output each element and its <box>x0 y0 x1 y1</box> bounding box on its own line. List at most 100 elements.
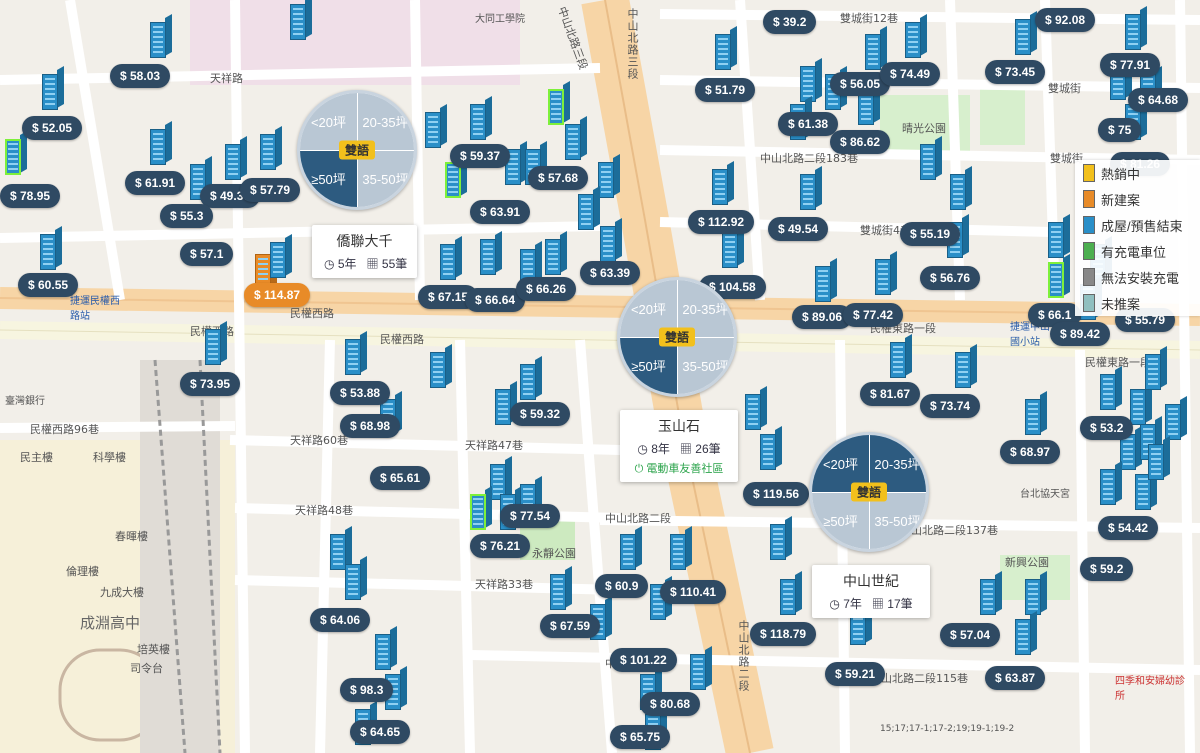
legend-item-new[interactable]: 新建案 <box>1075 186 1200 212</box>
building-marker[interactable] <box>1165 395 1187 440</box>
price-marker[interactable]: $ 77.42 <box>843 303 904 327</box>
price-marker[interactable]: $ 65.75 <box>610 725 671 749</box>
price-marker[interactable]: $ 65.61 <box>370 466 431 490</box>
building-marker[interactable] <box>760 425 782 470</box>
legend-item-charging[interactable]: 有充電車位 <box>1075 238 1200 264</box>
price-marker[interactable]: $ 56.76 <box>920 266 981 290</box>
price-marker[interactable]: $ 59.37 <box>450 144 511 168</box>
price-marker[interactable]: $ 101.22 <box>610 648 677 672</box>
price-marker[interactable]: $ 53.88 <box>330 381 391 405</box>
building-marker[interactable] <box>205 320 227 365</box>
price-marker[interactable]: $ 74.49 <box>880 62 941 86</box>
price-marker[interactable]: $ 39.2 <box>763 10 817 34</box>
cluster-marker-1[interactable]: <20坪 20-35坪 ≥50坪 35-50坪 雙語 <box>297 90 417 210</box>
price-marker[interactable]: $ 64.06 <box>310 608 371 632</box>
price-marker[interactable]: $ 55.19 <box>900 222 961 246</box>
cluster-marker-2[interactable]: <20坪 20-35坪 ≥50坪 35-50坪 雙語 <box>617 277 737 397</box>
price-marker[interactable]: $ 110.41 <box>660 580 727 604</box>
price-marker[interactable]: $ 77.54 <box>500 504 561 528</box>
building-marker[interactable] <box>980 570 1002 615</box>
price-marker[interactable]: $ 81.67 <box>860 382 921 406</box>
building-marker[interactable] <box>550 565 572 610</box>
legend-item-not-launched[interactable]: 未推案 <box>1075 290 1200 316</box>
building-marker[interactable] <box>600 217 622 262</box>
building-marker[interactable] <box>1015 610 1037 655</box>
legend-item-no-charging[interactable]: 無法安裝充電 <box>1075 264 1200 290</box>
building-marker[interactable] <box>345 555 367 600</box>
building-marker[interactable] <box>875 250 897 295</box>
building-marker[interactable] <box>470 95 492 140</box>
building-marker[interactable] <box>598 153 620 198</box>
building-marker[interactable] <box>150 120 172 165</box>
building-marker[interactable] <box>565 115 587 160</box>
price-marker[interactable]: $ 64.68 <box>1128 88 1189 112</box>
price-marker[interactable]: $ 54.42 <box>1098 516 1159 540</box>
building-marker[interactable] <box>780 570 802 615</box>
building-marker[interactable] <box>1100 460 1122 505</box>
building-marker[interactable] <box>670 525 692 570</box>
community-card-qiaolian[interactable]: 僑聯大千 ◷ 5年 ▦ 55筆 <box>312 225 417 278</box>
community-card-yushanshi[interactable]: 玉山石 ◷ 8年 ▦ 26筆 ⏻ 電動車友善社區 <box>620 410 738 482</box>
building-marker[interactable] <box>548 80 570 125</box>
price-marker[interactable]: $ 61.38 <box>778 112 839 136</box>
price-marker[interactable]: $ 112.92 <box>688 210 755 234</box>
price-marker[interactable]: $ 61.91 <box>125 171 186 195</box>
price-marker[interactable]: $ 49.54 <box>768 217 829 241</box>
building-marker[interactable] <box>5 130 27 175</box>
building-marker[interactable] <box>440 235 462 280</box>
price-marker[interactable]: $ 78.95 <box>0 184 61 208</box>
building-marker[interactable] <box>345 330 367 375</box>
building-marker[interactable] <box>1125 5 1147 50</box>
price-marker[interactable]: $ 80.68 <box>640 692 701 716</box>
price-marker[interactable]: $ 73.95 <box>180 372 241 396</box>
building-marker[interactable] <box>290 0 312 40</box>
price-marker[interactable]: $ 57.04 <box>940 623 1001 647</box>
building-marker[interactable] <box>905 13 927 58</box>
building-marker[interactable] <box>260 125 282 170</box>
building-marker[interactable] <box>890 333 912 378</box>
price-marker[interactable]: $ 63.91 <box>470 200 531 224</box>
map-canvas[interactable]: 民權西路 民權西路 民權西路 民權東路一段 民權東路一段 天祥路 天祥路60巷 … <box>0 0 1200 753</box>
building-marker[interactable] <box>1100 365 1122 410</box>
building-marker[interactable] <box>715 25 737 70</box>
building-marker[interactable] <box>225 135 247 180</box>
building-marker[interactable] <box>42 65 64 110</box>
building-marker[interactable] <box>1145 345 1167 390</box>
price-marker[interactable]: $ 53.2 <box>1080 416 1134 440</box>
building-marker[interactable] <box>40 225 62 270</box>
price-marker[interactable]: $ 67.59 <box>540 614 601 638</box>
price-marker[interactable]: $ 60.55 <box>18 273 79 297</box>
price-marker[interactable]: $ 92.08 <box>1035 8 1096 32</box>
building-marker[interactable] <box>1048 213 1070 258</box>
building-marker[interactable] <box>690 645 712 690</box>
building-marker[interactable] <box>745 385 767 430</box>
legend-item-hot[interactable]: 熱銷中 <box>1075 160 1200 186</box>
building-marker[interactable] <box>470 485 492 530</box>
building-marker[interactable] <box>520 355 542 400</box>
price-marker[interactable]: $ 64.65 <box>350 720 411 744</box>
building-marker[interactable] <box>800 165 822 210</box>
price-marker[interactable]: $ 89.42 <box>1050 322 1111 346</box>
building-marker[interactable] <box>270 233 292 278</box>
legend-item-done[interactable]: 成屋/預售結束 <box>1075 212 1200 238</box>
building-marker[interactable] <box>712 160 734 205</box>
building-marker[interactable] <box>430 343 452 388</box>
price-marker[interactable]: $ 73.74 <box>920 394 981 418</box>
building-marker[interactable] <box>1015 10 1037 55</box>
price-marker[interactable]: $ 57.1 <box>180 242 234 266</box>
price-marker[interactable]: $ 63.87 <box>985 666 1046 690</box>
building-marker[interactable] <box>480 230 502 275</box>
building-marker[interactable] <box>950 165 972 210</box>
building-marker[interactable] <box>770 515 792 560</box>
price-marker[interactable]: $ 118.79 <box>750 622 817 646</box>
building-marker[interactable] <box>578 185 600 230</box>
price-marker[interactable]: $ 68.97 <box>1000 440 1061 464</box>
price-marker[interactable]: $ 59.21 <box>825 662 886 686</box>
price-marker[interactable]: $ 57.79 <box>240 178 301 202</box>
building-marker[interactable] <box>1025 390 1047 435</box>
price-marker[interactable]: $ 76.21 <box>470 534 531 558</box>
price-marker[interactable]: $ 60.9 <box>595 574 649 598</box>
building-marker[interactable] <box>920 135 942 180</box>
building-marker[interactable] <box>425 103 447 148</box>
building-marker[interactable] <box>1148 435 1170 480</box>
